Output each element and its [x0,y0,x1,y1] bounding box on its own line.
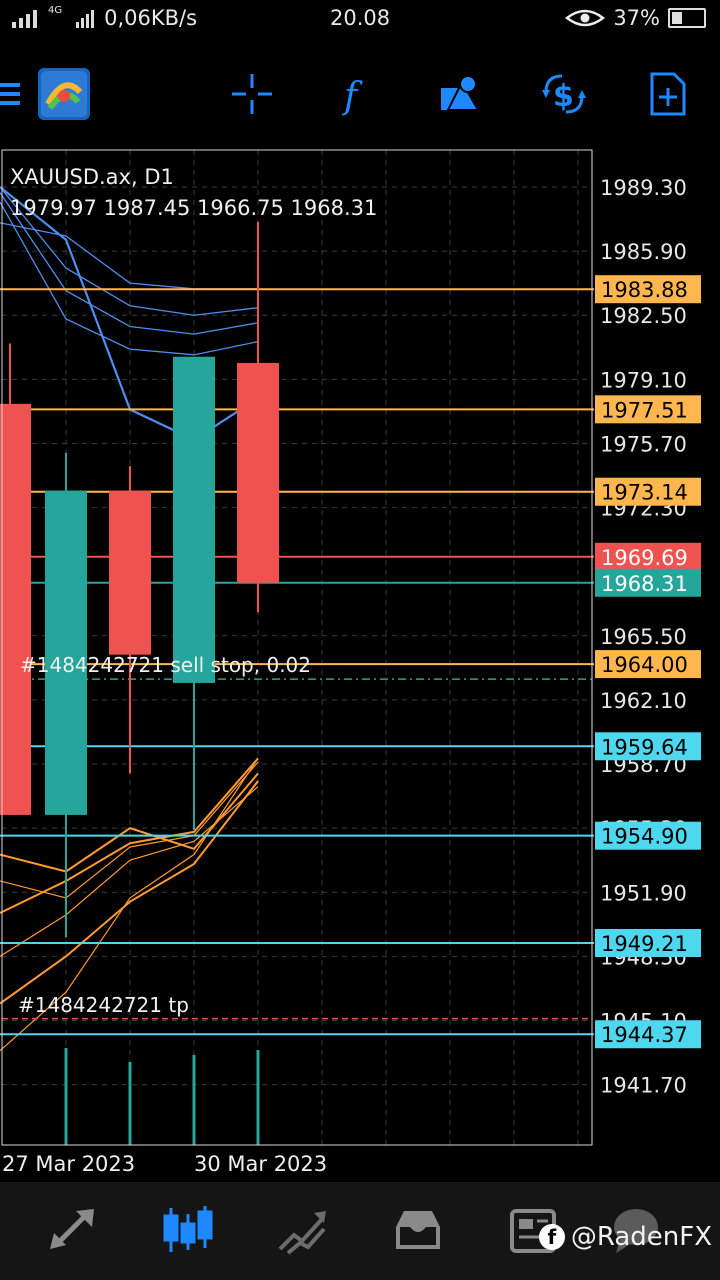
chart-tab[interactable] [158,1200,218,1260]
take-profit-label: #1484242721 tp [18,993,189,1017]
price-axis: 1989.301985.901982.501979.101975.701972.… [600,176,687,1098]
lower-band-line [0,780,259,1005]
price-chart[interactable]: 1989.30 1985.90 1982.50 1979.10 1975.70 1972.… [0,148,720,1180]
candle-body [173,356,215,683]
price-tag-label: 1969.69 [601,546,688,570]
candle-body [237,362,279,583]
price-axis-label: 1975.70 [600,432,687,456]
crosshair-icon[interactable] [228,56,276,132]
facebook-icon: f [538,1224,565,1250]
lower-band-line [0,772,259,873]
history-tab[interactable] [388,1200,448,1260]
signal-icon [76,10,95,28]
price-tag-label: 1977.51 [601,398,688,422]
price-axis-label: 1979.10 [600,368,687,392]
new-order-icon[interactable] [644,56,692,132]
eye-icon [565,9,606,27]
sell-stop-label: #1484242721 sell stop, 0.02 [20,653,311,677]
price-axis-label: 1941.70 [600,1074,687,1098]
inbox-icon [396,1211,440,1249]
network-speed: 0,06KB/s [104,6,198,30]
quotes-tab[interactable] [44,1200,104,1260]
price-axis-label: 1982.50 [600,304,687,328]
candle-body [109,490,151,655]
price-tag-label: 1983.88 [601,278,688,302]
price-tag-label: 1954.90 [601,825,688,849]
app-logo-icon[interactable] [38,56,90,132]
price-axis-label: 1985.90 [600,240,687,264]
price-tag-label: 1964.00 [601,653,688,677]
price-axis-label: 1962.10 [600,689,687,713]
svg-text:f: f [341,76,363,116]
status-bar: 4G 0,06KB/s 20.08 37% [0,0,720,38]
price-tag-label: 1959.64 [601,735,688,759]
upper-band-line [0,201,259,356]
price-tag-label: 1949.21 [601,932,688,956]
price-tag-label: 1973.14 [601,481,688,505]
price-tag-label: 1968.31 [601,572,688,596]
candlestick-icon [163,1206,213,1252]
network-type: 4G [48,4,63,16]
clock: 20.08 [330,6,391,30]
date-label: 27 Mar 2023 [2,1152,135,1176]
objects-icon[interactable] [436,56,484,132]
price-axis-label: 1951.90 [600,881,687,905]
upper-band-line [0,222,258,290]
trade-icon[interactable]: $ [540,56,588,132]
price-tag-label: 1944.37 [601,1023,688,1047]
date-label: 30 Mar 2023 [194,1152,327,1176]
lower-band-line [0,786,259,957]
price-axis-label: 1989.30 [600,176,687,200]
battery-percent: 37% [613,6,660,30]
menu-icon[interactable] [0,56,24,132]
svg-text:$: $ [553,79,574,114]
upper-band-line [0,186,259,441]
watermark: f @RadenFX [538,1222,712,1252]
volume-bars [64,1048,260,1145]
price-axis-label: 1965.50 [600,625,687,649]
toolbar: f $ [0,56,720,132]
symbol-label: XAUUSD.ax, D1 [10,165,174,189]
trend-icon [278,1211,326,1255]
function-icon[interactable]: f [332,56,380,132]
watermark-text: @RadenFX [570,1222,712,1252]
candle-body [0,403,31,815]
battery-icon [668,8,706,28]
ohlc-label: 1979.97 1987.45 1966.75 1968.31 [10,196,377,220]
quotes-icon [50,1209,94,1249]
signal-icon [12,10,37,28]
candles [0,221,279,938]
trade-tab[interactable] [272,1200,332,1260]
